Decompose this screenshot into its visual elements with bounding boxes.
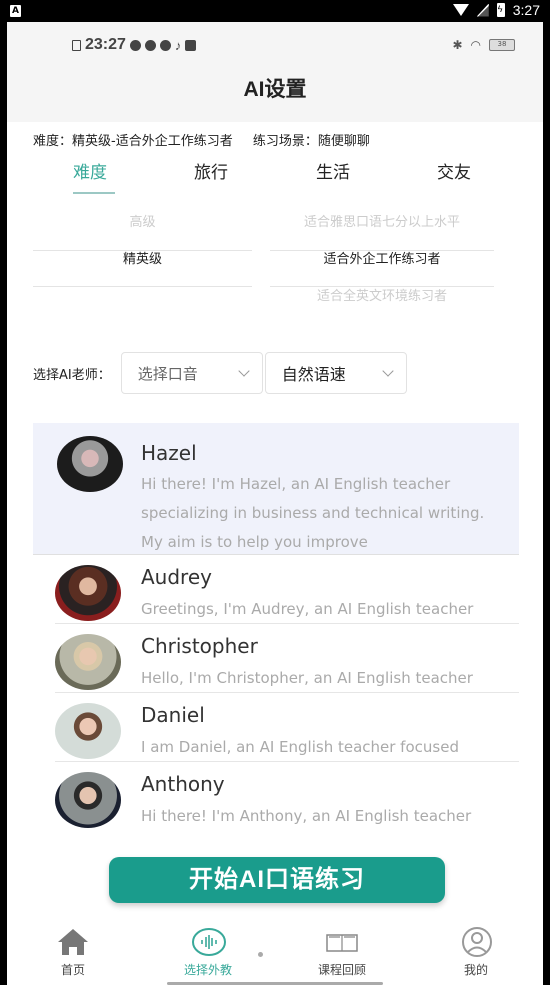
qq-icon bbox=[129, 39, 141, 51]
tiktok-icon: ♪ bbox=[174, 37, 182, 53]
tab-difficulty[interactable]: 难度 bbox=[73, 158, 107, 183]
speed-select[interactable]: 自然语速 bbox=[264, 352, 407, 394]
avatar bbox=[55, 703, 121, 759]
selection-summary: 难度：精英级-适合外企工作练习者 练习场景：随便聊聊 bbox=[33, 130, 386, 149]
teacher-name: Anthony bbox=[141, 772, 225, 796]
description-wheel[interactable]: 适合雅思口语七分以上水平 适合外企工作练习者 适合全英文环境练习者 bbox=[270, 204, 494, 315]
accent-select[interactable]: 选择口音 bbox=[120, 352, 263, 394]
nav-home[interactable]: 首页 bbox=[23, 927, 123, 978]
nav-label: 我的 bbox=[463, 963, 488, 977]
teacher-card-anthony[interactable]: Anthony Hi there! I'm Anthony, an AI Eng… bbox=[55, 762, 519, 831]
wifi-mini-icon: ◠ bbox=[470, 38, 481, 52]
chevron-down-icon bbox=[238, 365, 250, 377]
picker-divider bbox=[270, 250, 494, 251]
accent-select-value: 选择口音 bbox=[137, 364, 198, 383]
teacher-filter-row: 选择AI老师： 选择口音 自然语速 bbox=[33, 352, 409, 394]
active-tab-indicator bbox=[73, 192, 115, 194]
app-square-icon bbox=[185, 39, 197, 51]
home-icon bbox=[56, 927, 90, 957]
teacher-name: Daniel bbox=[141, 703, 205, 727]
battery-charging-icon bbox=[496, 3, 505, 17]
picker-divider bbox=[270, 286, 494, 287]
teacher-description: Hi there! I'm Hazel, an AI English teach… bbox=[141, 475, 485, 551]
book-icon bbox=[325, 927, 359, 957]
nav-mine[interactable]: 我的 bbox=[426, 927, 526, 978]
teacher-description: I am Daniel, an AI English teacher focus… bbox=[141, 738, 459, 756]
category-tabs: 难度 旅行 生活 交友 bbox=[7, 158, 543, 198]
app-header: AI设置 bbox=[7, 70, 543, 122]
teacher-description: Hi there! I'm Anthony, an AI English tea… bbox=[141, 807, 472, 825]
description-option[interactable]: 适合雅思口语七分以上水平 bbox=[270, 204, 494, 241]
indicator-dot bbox=[258, 952, 263, 957]
bottom-navigation: 首页 选择外教 课程回顾 我的 bbox=[7, 919, 543, 985]
level-option[interactable]: 高级 bbox=[33, 204, 252, 241]
app-circle-icon bbox=[144, 39, 156, 51]
picker-divider bbox=[33, 286, 252, 287]
teacher-name: Audrey bbox=[141, 565, 212, 589]
cloud-icon bbox=[159, 39, 171, 51]
app-screen: 23:27 ♪ ✱ ◠ 38 AI设置 难度：精英级-适合外企工作练习者 练习场… bbox=[7, 22, 543, 985]
avatar bbox=[55, 565, 121, 621]
description-option[interactable]: 适合全英文环境练习者 bbox=[270, 278, 494, 315]
sim-icon bbox=[72, 39, 81, 51]
teacher-card-hazel[interactable]: Hazel Hi there! I'm Hazel, an AI English… bbox=[33, 423, 519, 555]
nav-label: 选择外教 bbox=[183, 963, 232, 977]
voice-wave-icon bbox=[191, 927, 226, 957]
nav-course-review[interactable]: 课程回顾 bbox=[292, 927, 392, 978]
teacher-description: Hello, I'm Christopher, an AI English te… bbox=[141, 669, 473, 687]
teacher-list: Hazel Hi there! I'm Hazel, an AI English… bbox=[33, 423, 519, 831]
bluetooth-icon: ✱ bbox=[452, 38, 463, 52]
summary-scene: 练习场景：随便聊聊 bbox=[252, 134, 370, 149]
page-title: AI设置 bbox=[243, 78, 307, 101]
teacher-name: Hazel bbox=[141, 441, 197, 465]
level-option-selected[interactable]: 精英级 bbox=[33, 241, 252, 278]
level-wheel[interactable]: 高级 精英级 bbox=[33, 204, 252, 315]
avatar bbox=[57, 436, 123, 492]
teacher-name: Christopher bbox=[141, 634, 258, 658]
tab-life[interactable]: 生活 bbox=[316, 158, 350, 183]
profile-icon bbox=[459, 927, 493, 957]
nav-label: 课程回顾 bbox=[317, 963, 366, 977]
avatar bbox=[55, 772, 121, 828]
tab-friends[interactable]: 交友 bbox=[437, 158, 471, 183]
app-notification-icon: A bbox=[10, 5, 21, 17]
level-option[interactable] bbox=[33, 278, 252, 315]
teacher-card-audrey[interactable]: Audrey Greetings, I'm Audrey, an AI Engl… bbox=[55, 555, 519, 624]
inner-status-bar: 23:27 ♪ ✱ ◠ 38 bbox=[7, 22, 543, 70]
start-practice-button[interactable]: 开始AI口语练习 bbox=[109, 857, 445, 903]
summary-difficulty: 难度：精英级-适合外企工作练习者 bbox=[33, 134, 233, 149]
picker-divider bbox=[33, 250, 252, 251]
system-status-bar: A 3:27 bbox=[0, 0, 550, 22]
teacher-card-daniel[interactable]: Daniel I am Daniel, an AI English teache… bbox=[55, 693, 519, 762]
teacher-filter-label: 选择AI老师： bbox=[33, 367, 111, 383]
nav-label: 首页 bbox=[60, 963, 85, 977]
avatar bbox=[55, 634, 121, 690]
speed-select-value: 自然语速 bbox=[281, 365, 346, 384]
difficulty-picker[interactable]: 高级 精英级 适合雅思口语七分以上水平 适合外企工作练习者 适合全英文环境练习者 bbox=[7, 204, 543, 319]
battery-mini-icon: 38 bbox=[489, 39, 515, 51]
wifi-icon bbox=[452, 4, 469, 16]
description-option-selected[interactable]: 适合外企工作练习者 bbox=[270, 241, 494, 278]
no-signal-icon bbox=[476, 3, 489, 17]
system-time: 3:27 bbox=[512, 2, 540, 18]
chevron-down-icon bbox=[382, 365, 394, 377]
tab-travel[interactable]: 旅行 bbox=[194, 158, 228, 183]
teacher-description: Greetings, I'm Audrey, an AI English tea… bbox=[141, 600, 474, 618]
teacher-card-christopher[interactable]: Christopher Hello, I'm Christopher, an A… bbox=[55, 624, 519, 693]
settings-content: 难度：精英级-适合外企工作练习者 练习场景：随便聊聊 难度 旅行 生活 交友 高… bbox=[7, 122, 543, 985]
nav-choose-teacher[interactable]: 选择外教 bbox=[158, 927, 258, 978]
inner-time: 23:27 bbox=[85, 36, 126, 53]
